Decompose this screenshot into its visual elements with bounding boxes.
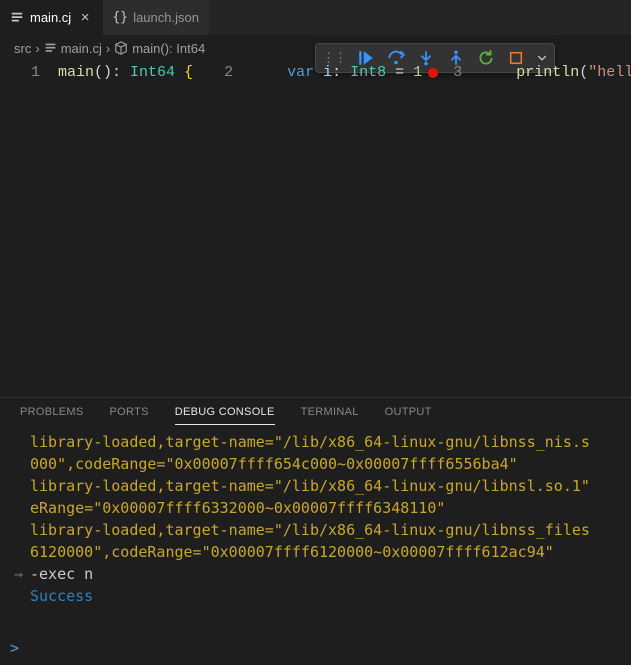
console-text: library-loaded,target-name="/lib/x86_64-… xyxy=(30,431,621,453)
tab-problems[interactable]: PROBLEMS xyxy=(20,406,84,425)
gutter-breakpoint[interactable] xyxy=(422,61,444,85)
console-line: library-loaded,target-name="/lib/x86_64-… xyxy=(14,431,621,453)
console-line: 6120000",codeRange="0x00007ffff6120000~0… xyxy=(14,541,621,563)
gutter-breakpoint[interactable] xyxy=(0,61,22,85)
console-line: Success xyxy=(14,585,621,607)
tab-ports[interactable]: PORTS xyxy=(110,406,149,425)
console-line: 000",codeRange="0x00007ffff654c000~0x000… xyxy=(14,453,621,475)
panel-tabs: PROBLEMS PORTS DEBUG CONSOLE TERMINAL OU… xyxy=(0,398,631,425)
tab-label: main.cj xyxy=(30,10,71,25)
console-text: -exec n xyxy=(30,563,621,585)
console-line: eRange="0x00007ffff6332000~0x00007ffff63… xyxy=(14,497,621,519)
prompt-icon: > xyxy=(10,639,26,657)
code-editor[interactable]: 1main(): Int64 {2 var i: Int8 = 13 print… xyxy=(0,61,631,397)
chevron-right-icon: › xyxy=(106,41,110,56)
editor-tabs: main.cj × {} launch.json xyxy=(0,0,631,35)
line-number: 2 xyxy=(215,61,251,85)
code-content[interactable]: var i: Int8 = 1 xyxy=(251,61,422,85)
bottom-panel: PROBLEMS PORTS DEBUG CONSOLE TERMINAL OU… xyxy=(0,397,631,665)
tab-launch-json[interactable]: {} launch.json xyxy=(103,0,209,35)
breakpoint-icon xyxy=(428,68,438,78)
file-lines-icon xyxy=(44,42,57,55)
tab-output[interactable]: OUTPUT xyxy=(385,406,432,425)
crumb-file[interactable]: main.cj xyxy=(44,41,102,56)
close-icon[interactable]: × xyxy=(77,9,93,26)
crumb-symbol[interactable]: main(): Int64 xyxy=(114,41,205,56)
console-lead: → xyxy=(14,563,30,585)
code-line[interactable]: 2 var i: Int8 = 1 xyxy=(193,61,422,85)
code-line[interactable]: 3 println("hello world") xyxy=(422,61,631,85)
console-line: library-loaded,target-name="/lib/x86_64-… xyxy=(14,475,621,497)
line-number: 1 xyxy=(22,61,58,85)
code-content[interactable]: println("hello world") xyxy=(480,61,631,85)
line-number: 3 xyxy=(444,61,480,85)
code-content[interactable]: main(): Int64 { xyxy=(58,61,193,85)
tab-terminal[interactable]: TERMINAL xyxy=(301,406,359,425)
tab-debug-console[interactable]: DEBUG CONSOLE xyxy=(175,406,275,425)
gutter-breakpoint[interactable] xyxy=(193,61,215,85)
console-text: 6120000",codeRange="0x00007ffff6120000~0… xyxy=(30,541,621,563)
tab-label: launch.json xyxy=(133,10,199,25)
code-line[interactable]: 1main(): Int64 { xyxy=(0,61,193,85)
chevron-right-icon: › xyxy=(35,41,39,56)
debug-console-output: library-loaded,target-name="/lib/x86_64-… xyxy=(0,425,631,635)
console-text: 000",codeRange="0x00007ffff654c000~0x000… xyxy=(30,453,621,475)
file-lines-icon xyxy=(10,11,24,25)
braces-icon: {} xyxy=(113,11,127,25)
console-line: library-loaded,target-name="/lib/x86_64-… xyxy=(14,519,621,541)
crumb-src[interactable]: src xyxy=(14,41,31,56)
console-text: library-loaded,target-name="/lib/x86_64-… xyxy=(30,519,621,541)
console-text: eRange="0x00007ffff6332000~0x00007ffff63… xyxy=(30,497,621,519)
debug-console-input[interactable]: > xyxy=(0,635,631,665)
cube-icon xyxy=(114,41,128,55)
console-text: library-loaded,target-name="/lib/x86_64-… xyxy=(30,475,621,497)
console-line: →-exec n xyxy=(14,563,621,585)
console-text: Success xyxy=(30,585,621,607)
tab-main-cj[interactable]: main.cj × xyxy=(0,0,103,35)
